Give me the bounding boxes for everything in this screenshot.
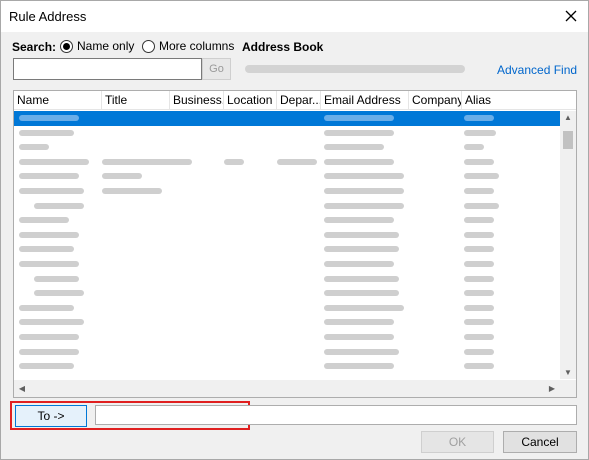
list-item[interactable]: [14, 228, 560, 243]
cancel-button[interactable]: Cancel: [503, 431, 577, 453]
column-header-title[interactable]: Title: [102, 91, 170, 110]
scroll-right-icon[interactable]: ▶: [544, 384, 560, 393]
scroll-left-icon[interactable]: ◀: [14, 384, 30, 393]
column-header-department[interactable]: Depar...: [277, 91, 321, 110]
list-item[interactable]: [14, 242, 560, 257]
list-item[interactable]: [14, 330, 560, 345]
list-header: Name Title Business... Location Depar...…: [14, 91, 576, 110]
radio-unselected-icon: [142, 39, 155, 53]
radio-more-columns-label: More columns: [159, 39, 235, 53]
list-item[interactable]: [14, 199, 560, 214]
horizontal-scrollbar[interactable]: ◀ ▶: [14, 380, 560, 397]
scrollbar-thumb[interactable]: [563, 131, 573, 149]
list-item[interactable]: [14, 272, 560, 287]
column-header-email[interactable]: Email Address: [321, 91, 409, 110]
list-item[interactable]: [14, 140, 560, 155]
radio-name-only[interactable]: Name only: [60, 39, 134, 53]
scrollbar-corner: [560, 380, 576, 397]
redacted-address-book-name: [245, 65, 465, 73]
column-header-business[interactable]: Business...: [170, 91, 224, 110]
radio-more-columns[interactable]: More columns: [142, 39, 234, 53]
column-header-alias[interactable]: Alias: [462, 91, 560, 110]
go-button[interactable]: Go: [202, 58, 231, 80]
list-rows: [14, 111, 560, 379]
list-item[interactable]: [14, 126, 560, 141]
scroll-up-icon[interactable]: ▲: [560, 113, 576, 122]
search-input[interactable]: [13, 58, 202, 80]
to-button[interactable]: To ->: [15, 405, 87, 427]
list-item[interactable]: [14, 213, 560, 228]
close-icon[interactable]: [560, 5, 582, 27]
list-item[interactable]: [14, 315, 560, 330]
column-header-company[interactable]: Company: [409, 91, 462, 110]
address-book-select[interactable]: [241, 59, 481, 79]
radio-selected-icon: [60, 39, 73, 53]
list-item[interactable]: [14, 111, 560, 126]
list-item[interactable]: [14, 184, 560, 199]
rule-address-dialog: Rule Address Search: Name only More colu…: [0, 0, 589, 460]
list-item[interactable]: [14, 345, 560, 360]
column-header-name[interactable]: Name: [14, 91, 102, 110]
search-label: Search:: [12, 40, 57, 54]
radio-name-only-label: Name only: [77, 39, 135, 53]
list-item[interactable]: [14, 286, 560, 301]
list-item[interactable]: [14, 301, 560, 316]
address-book-label: Address Book: [242, 40, 324, 54]
scroll-down-icon[interactable]: ▼: [560, 368, 576, 377]
address-list[interactable]: Name Title Business... Location Depar...…: [13, 90, 577, 398]
title-bar: Rule Address: [1, 1, 588, 32]
to-field[interactable]: [95, 405, 577, 425]
list-item[interactable]: [14, 155, 560, 170]
ok-button[interactable]: OK: [421, 431, 494, 453]
advanced-find-link[interactable]: Advanced Find: [497, 63, 577, 77]
list-item[interactable]: [14, 169, 560, 184]
window-title: Rule Address: [9, 9, 87, 24]
vertical-scrollbar[interactable]: ▲ ▼: [560, 111, 576, 379]
list-item[interactable]: [14, 359, 560, 374]
column-header-location[interactable]: Location: [224, 91, 277, 110]
list-item[interactable]: [14, 257, 560, 272]
